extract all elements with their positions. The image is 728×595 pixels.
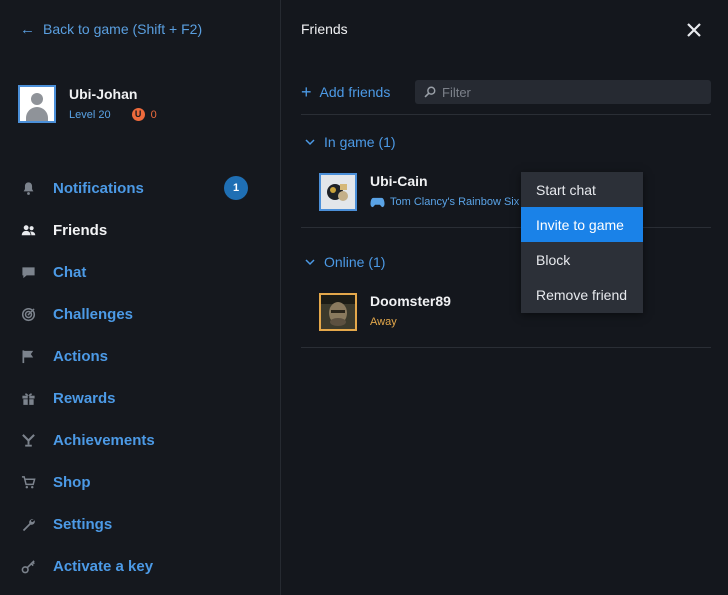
sidebar-item-label: Notifications [53,179,144,197]
friends-toolbar: + Add friends [301,80,711,104]
sidebar-item-label: Challenges [53,305,134,323]
sidebar-item-label: Activate a key [53,557,154,575]
friend-name: Doomster89 [370,293,451,309]
sidebar-item-label: Achievements [53,431,155,449]
divider [301,227,711,228]
gift-icon [20,390,36,406]
menu-item-remove-friend[interactable]: Remove friend [521,277,643,312]
back-to-game-link[interactable]: ← Back to game (Shift + F2) [20,21,202,37]
friend-item-ubi-cain[interactable]: Ubi-Cain Tom Clancy's Rainbow Six [319,173,519,211]
friends-panel: Friends + Add friends In game (1) [282,0,728,595]
sidebar-item-friends[interactable]: Friends [0,209,281,251]
add-friends-label: Add friends [319,84,391,100]
sidebar-item-challenges[interactable]: Challenges [0,293,281,335]
notification-count-badge: 1 [224,176,248,200]
divider [301,114,711,115]
friend-name: Ubi-Cain [370,173,428,189]
sidebar-item-label: Rewards [53,389,116,407]
search-icon [424,86,436,98]
avatar [18,85,56,123]
sidebar-nav: Notifications 1 Friends Chat Challenges [0,167,281,587]
sidebar-item-achievements[interactable]: Achievements [0,419,281,461]
close-icon [687,23,701,37]
friends-icon [20,222,36,238]
section-title: Online (1) [324,254,386,270]
friend-status: Tom Clancy's Rainbow Six [370,196,519,208]
sidebar-item-actions[interactable]: Actions [0,335,281,377]
section-in-game[interactable]: In game (1) [305,134,396,150]
flag-icon [20,348,36,364]
friend-item-doomster89[interactable]: Doomster89 Away [319,293,451,331]
chevron-down-icon [305,139,315,146]
profile-level: Level 20 [69,108,111,121]
add-friends-button[interactable]: + Add friends [301,83,390,101]
sidebar-item-label: Settings [53,515,113,533]
panel-title: Friends [301,21,348,37]
sidebar-item-shop[interactable]: Shop [0,461,281,503]
trophy-icon [20,432,36,448]
user-profile[interactable]: Ubi-Johan Level 20 U 0 [18,85,157,123]
friend-context-menu: Start chat Invite to game Block Remove f… [521,172,643,313]
section-online[interactable]: Online (1) [305,254,385,270]
filter-input[interactable] [442,84,692,100]
cart-icon [20,474,36,490]
friend-avatar [319,293,357,331]
chat-icon [20,264,36,280]
chevron-down-icon [305,259,315,266]
section-title: In game (1) [324,134,396,150]
friend-status-text: Tom Clancy's Rainbow Six [390,196,520,208]
sidebar-item-settings[interactable]: Settings [0,503,281,545]
filter-field[interactable] [415,80,711,104]
friend-status: Away [370,316,397,328]
plus-icon: + [301,82,312,102]
target-icon [20,306,36,322]
key-icon [20,558,36,574]
arrow-left-icon: ← [20,20,35,38]
sidebar-item-rewards[interactable]: Rewards [0,377,281,419]
bell-icon [20,180,36,196]
sidebar-item-notifications[interactable]: Notifications 1 [0,167,281,209]
sidebar-item-label: Actions [53,347,109,365]
sidebar: ← Back to game (Shift + F2) Ubi-Johan Le… [0,0,281,595]
menu-item-block[interactable]: Block [521,242,643,277]
sidebar-item-chat[interactable]: Chat [0,251,281,293]
sidebar-item-label: Chat [53,263,87,281]
gamepad-icon [370,197,385,208]
divider [301,347,711,348]
close-button[interactable] [686,22,702,38]
wrench-icon [20,516,36,532]
menu-item-start-chat[interactable]: Start chat [521,172,643,207]
sidebar-item-activate-key[interactable]: Activate a key [0,545,281,587]
profile-name: Ubi-Johan [69,86,138,102]
friend-avatar [319,173,357,211]
sidebar-item-label: Friends [53,221,108,239]
units-icon: U [131,108,145,121]
menu-item-invite-to-game[interactable]: Invite to game [521,207,643,242]
units-count: 0 [150,108,157,121]
back-link-label: Back to game (Shift + F2) [43,21,203,37]
units-balance: U 0 [131,108,157,121]
sidebar-item-label: Shop [53,473,91,491]
